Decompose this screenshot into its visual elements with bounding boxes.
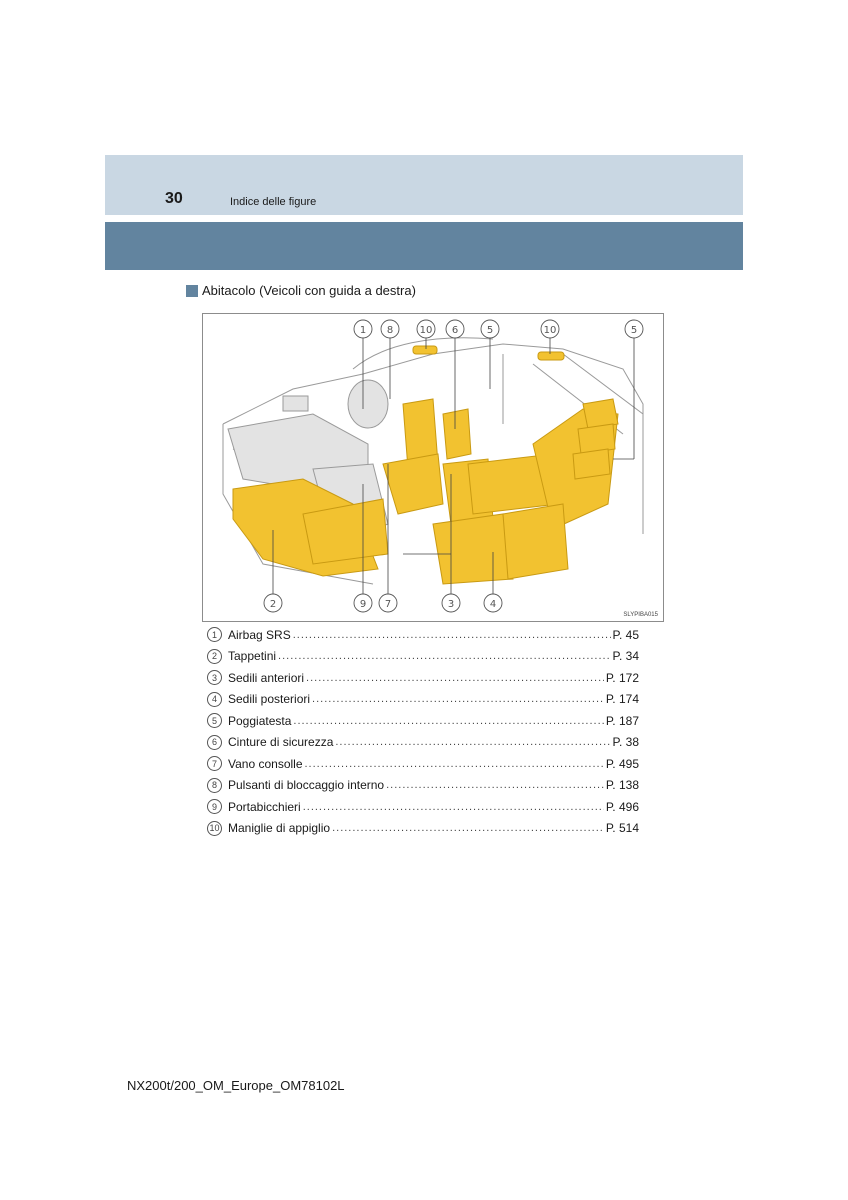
item-page[interactable]: P. 496 xyxy=(606,800,639,814)
item-page[interactable]: P. 514 xyxy=(606,821,639,835)
callout-8: 8 xyxy=(387,325,393,336)
item-page[interactable]: P. 174 xyxy=(606,692,639,706)
item-label: Poggiatesta xyxy=(228,713,292,728)
callout-1: 1 xyxy=(360,325,366,336)
item-label: Sedili posteriori xyxy=(228,692,311,707)
leader-dots xyxy=(305,758,604,770)
list-item[interactable]: 4 Sedili posteriori P. 174 xyxy=(207,689,639,711)
item-page[interactable]: P. 495 xyxy=(606,757,639,771)
callout-5b: 5 xyxy=(631,325,637,336)
callout-layer: 1 8 10 6 5 10 5 2 9 7 3 4 SLYPIBA015 xyxy=(263,319,659,618)
sub-heading-text: Abitacolo (Veicoli con guida a destra) xyxy=(202,283,416,298)
section-title: Indice delle figure xyxy=(230,196,317,208)
list-item[interactable]: 2 Tappetini P. 34 xyxy=(207,646,639,668)
item-page[interactable]: P. 38 xyxy=(613,735,639,749)
leader-dots xyxy=(293,715,603,727)
leader-dots xyxy=(293,629,611,641)
callout-9: 9 xyxy=(360,599,366,610)
list-item[interactable]: 8 Pulsanti di bloccaggio interno P. 138 xyxy=(207,775,639,797)
item-number: 9 xyxy=(207,799,222,815)
header-band-light xyxy=(105,155,743,215)
item-label: Vano consolle xyxy=(228,756,303,771)
item-number: 2 xyxy=(207,648,222,664)
callout-7: 7 xyxy=(385,599,391,610)
item-label: Tappetini xyxy=(228,649,277,664)
sub-heading: Abitacolo (Veicoli con guida a destra) xyxy=(186,283,416,298)
item-number: 1 xyxy=(207,627,222,643)
callout-6: 6 xyxy=(452,325,458,336)
callout-10: 10 xyxy=(420,325,433,336)
list-item[interactable]: 3 Sedili anteriori P. 172 xyxy=(207,667,639,689)
item-label: Sedili anteriori xyxy=(228,670,305,685)
item-number: 4 xyxy=(207,691,222,707)
list-item[interactable]: 7 Vano consolle P. 495 xyxy=(207,753,639,775)
leader-dots xyxy=(386,779,604,791)
item-page[interactable]: P. 45 xyxy=(613,628,639,642)
leader-dots xyxy=(335,736,610,748)
item-page[interactable]: P. 187 xyxy=(606,714,639,728)
cabin-illustration: 1 8 10 6 5 10 5 2 9 7 3 4 SLYPIBA015 xyxy=(202,313,664,622)
item-label: Cinture di sicurezza xyxy=(228,735,334,750)
item-label: Pulsanti di bloccaggio interno xyxy=(228,778,385,793)
figure-code: SLYPIBA015 xyxy=(623,612,658,618)
list-item[interactable]: 1 Airbag SRS P. 45 xyxy=(207,624,639,646)
callout-3: 3 xyxy=(448,599,454,610)
list-item[interactable]: 6 Cinture di sicurezza P. 38 xyxy=(207,732,639,754)
leader-dots xyxy=(332,822,604,834)
item-label: Airbag SRS xyxy=(228,627,291,642)
page-number: 30 xyxy=(165,190,183,207)
item-label: Maniglie di appiglio xyxy=(228,821,331,836)
leader-dots xyxy=(312,693,604,705)
item-label: Portabicchieri xyxy=(228,799,301,814)
item-page[interactable]: P. 172 xyxy=(606,671,639,685)
list-item[interactable]: 5 Poggiatesta P. 187 xyxy=(207,710,639,732)
item-number: 10 xyxy=(207,820,222,836)
item-number: 3 xyxy=(207,670,222,686)
item-page[interactable]: P. 34 xyxy=(613,649,639,663)
item-number: 7 xyxy=(207,756,222,772)
figure-index-list: 1 Airbag SRS P. 45 2 Tappetini P. 34 3 Sedili… xyxy=(207,624,639,839)
callout-2: 2 xyxy=(270,599,276,610)
header-band-dark xyxy=(105,222,743,270)
list-item[interactable]: 10 Maniglie di appiglio P. 514 xyxy=(207,818,639,840)
square-bullet-icon xyxy=(186,284,198,297)
list-item[interactable]: 9 Portabicchieri P. 496 xyxy=(207,796,639,818)
callout-4: 4 xyxy=(490,599,496,610)
leader-dots xyxy=(306,672,604,684)
leader-dots xyxy=(278,650,610,662)
item-page[interactable]: P. 138 xyxy=(606,778,639,792)
item-number: 5 xyxy=(207,713,222,729)
callout-5: 5 xyxy=(487,325,493,336)
leader-dots xyxy=(303,801,604,813)
item-number: 6 xyxy=(207,734,222,750)
footer-doc-code: NX200t/200_OM_Europe_OM78102L xyxy=(127,1078,345,1093)
callout-10b: 10 xyxy=(544,325,557,336)
item-number: 8 xyxy=(207,777,222,793)
